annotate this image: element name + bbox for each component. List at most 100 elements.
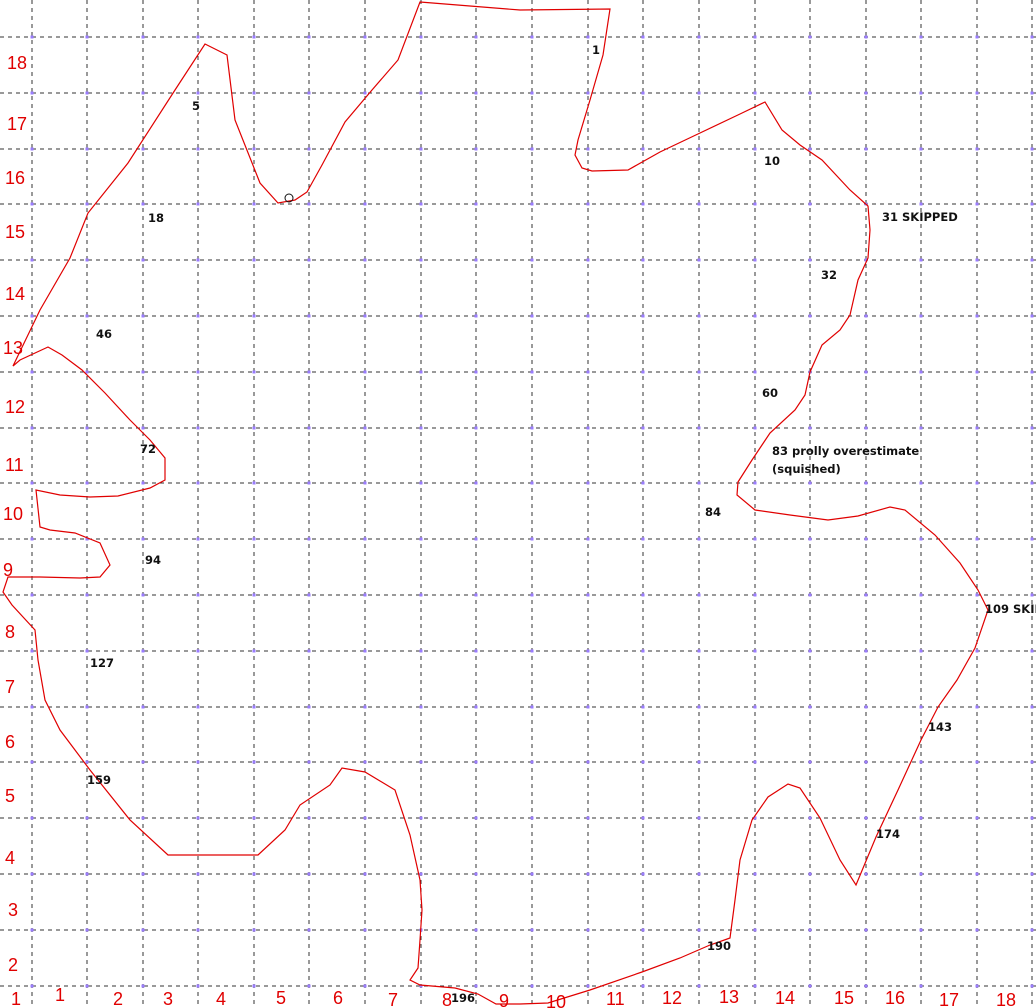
grid-node [808, 426, 812, 430]
grid-node [530, 202, 534, 206]
grid-node [1030, 816, 1034, 820]
annotation-label: 127 [90, 656, 114, 670]
grid-node [252, 928, 256, 932]
grid-node [530, 314, 534, 318]
grid-node [1030, 705, 1034, 709]
x-axis-label: 1 [55, 985, 65, 1005]
grid-node [196, 202, 200, 206]
grid-node [474, 816, 478, 820]
grid-node [474, 91, 478, 95]
grid-node [697, 314, 701, 318]
grid-node [808, 760, 812, 764]
grid-node [252, 760, 256, 764]
grid-node [252, 258, 256, 262]
grid-node [141, 370, 145, 374]
grid-node [85, 760, 89, 764]
grid-node [864, 314, 868, 318]
y-axis-label: 4 [5, 848, 15, 868]
grid-node [753, 649, 757, 653]
grid-node [864, 593, 868, 597]
grid-node [307, 872, 311, 876]
grid-node [196, 426, 200, 430]
grid-node [975, 760, 979, 764]
annotation-label: 143 [928, 720, 952, 734]
grid-node [141, 593, 145, 597]
grid-node [196, 760, 200, 764]
grid-node [808, 537, 812, 541]
grid-node [307, 705, 311, 709]
grid-node [530, 35, 534, 39]
grid-node [753, 426, 757, 430]
grid-node [141, 649, 145, 653]
grid-node [196, 593, 200, 597]
grid-node [85, 314, 89, 318]
grid-node [363, 314, 367, 318]
grid-node [919, 649, 923, 653]
annotation-label: (squished) [772, 462, 841, 476]
grid-node [808, 481, 812, 485]
grid-node [30, 481, 34, 485]
x-axis-label: 10 [546, 992, 566, 1008]
grid-node [196, 984, 200, 988]
grid-map-canvas: 18 17 16 15 14 13 12 11 10 9 8 7 6 5 4 3… [0, 0, 1036, 1008]
grid-node [85, 649, 89, 653]
grid-node [474, 705, 478, 709]
grid-node [85, 705, 89, 709]
grid-node [975, 537, 979, 541]
grid-node [30, 202, 34, 206]
grid-node [753, 35, 757, 39]
grid-node [975, 314, 979, 318]
grid-node [641, 760, 645, 764]
grid-node [30, 984, 34, 988]
dashed-grid [0, 0, 1036, 1008]
grid-node [919, 928, 923, 932]
grid-node [30, 872, 34, 876]
grid-node [641, 928, 645, 932]
grid-node [363, 593, 367, 597]
grid-node [975, 147, 979, 151]
grid-node [85, 202, 89, 206]
grid-node [1030, 258, 1034, 262]
grid-node [641, 593, 645, 597]
grid-node [307, 258, 311, 262]
x-axis-label: 7 [388, 990, 398, 1008]
y-axis-label: 10 [3, 504, 23, 524]
grid-node [196, 649, 200, 653]
grid-node [1030, 537, 1034, 541]
y-axis-label: 11 [5, 455, 24, 475]
grid-node [641, 147, 645, 151]
annotation-label: 83 prolly overestimate [772, 444, 919, 458]
grid-node [307, 649, 311, 653]
grid-node [474, 649, 478, 653]
grid-node [419, 649, 423, 653]
y-axis-label: 5 [5, 786, 15, 806]
grid-node [753, 258, 757, 262]
grid-node [30, 426, 34, 430]
grid-node [252, 816, 256, 820]
grid-node [919, 91, 923, 95]
grid-node [474, 258, 478, 262]
grid-node [808, 593, 812, 597]
grid-node [530, 426, 534, 430]
grid-node [419, 91, 423, 95]
grid-node [252, 649, 256, 653]
grid-node [307, 370, 311, 374]
grid-node [419, 147, 423, 151]
grid-node [307, 928, 311, 932]
grid-node [697, 705, 701, 709]
grid-node [864, 928, 868, 932]
grid-node [474, 202, 478, 206]
annotation-label: 72 [140, 442, 156, 456]
grid-node [307, 202, 311, 206]
grid-node [641, 258, 645, 262]
grid-node [363, 872, 367, 876]
grid-node [530, 984, 534, 988]
grid-node [196, 314, 200, 318]
grid-node [141, 481, 145, 485]
grid-node [975, 928, 979, 932]
x-axis-label: 4 [216, 989, 226, 1008]
grid-node [530, 649, 534, 653]
y-axis-labels: 18 17 16 15 14 13 12 11 10 9 8 7 6 5 4 3… [3, 53, 27, 975]
grid-node [641, 91, 645, 95]
grid-node [919, 258, 923, 262]
